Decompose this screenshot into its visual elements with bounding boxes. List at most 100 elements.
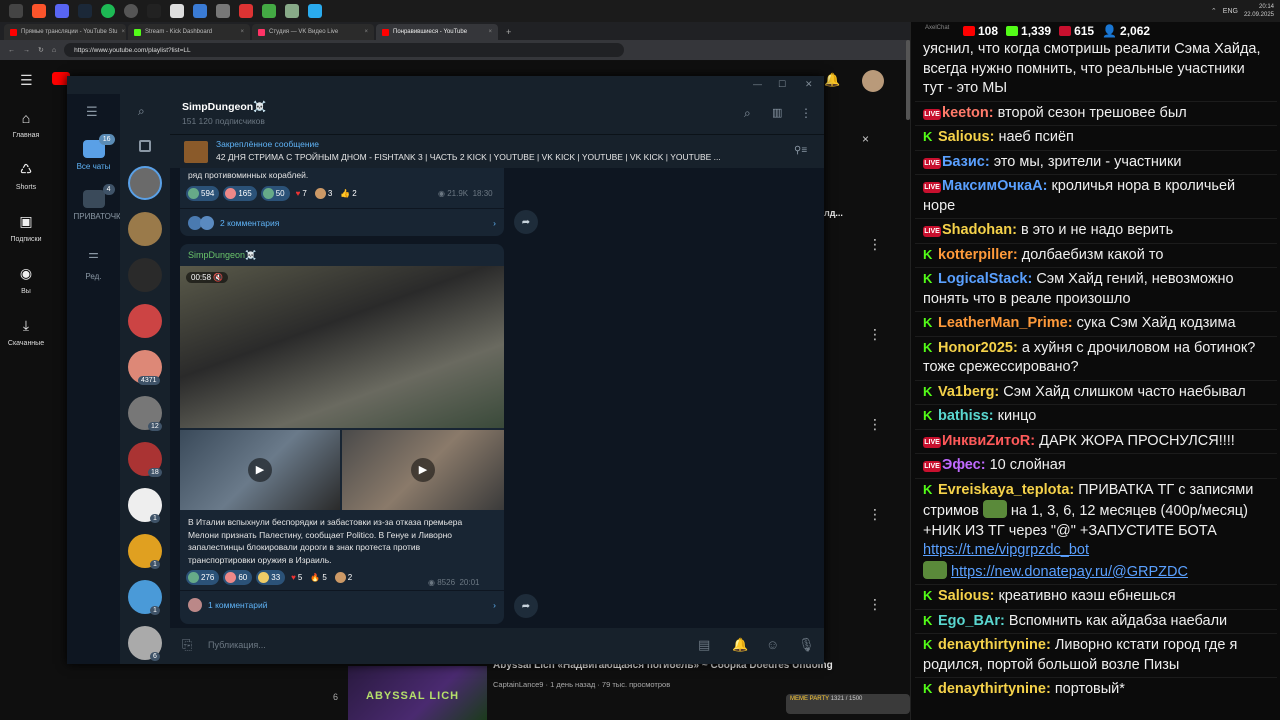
- folder-edit[interactable]: ⚌ Ред.: [67, 248, 120, 281]
- search-icon[interactable]: ⌕: [138, 104, 145, 119]
- chat-username[interactable]: Salious:: [938, 129, 994, 145]
- nav-downloads[interactable]: ⤓ Скачанные: [0, 306, 52, 358]
- reaction[interactable]: 276: [186, 570, 220, 585]
- columns-icon[interactable]: ▥: [772, 106, 782, 119]
- share-button[interactable]: ➦: [514, 210, 538, 234]
- reaction[interactable]: 60: [223, 570, 253, 585]
- discord-icon[interactable]: [55, 4, 69, 18]
- telegram-icon[interactable]: [308, 4, 322, 18]
- play-icon[interactable]: ▶: [411, 458, 435, 482]
- chat-avatar[interactable]: [128, 258, 162, 292]
- browser-tab[interactable]: Stream - Kick Dashboard ×: [128, 24, 250, 40]
- reaction[interactable]: 👍 2: [338, 186, 358, 201]
- message-bubble[interactable]: SimpDungeon☠️ 00:58 🔇 ▶ ▶ В Италии вспых…: [180, 244, 504, 624]
- chat-username[interactable]: МаксимОчкаА:: [942, 178, 1047, 194]
- browser-tab-active[interactable]: Понравившиеся - YouTube ×: [376, 24, 498, 40]
- forward-icon[interactable]: →: [23, 47, 30, 54]
- chat-username[interactable]: Salious:: [938, 588, 994, 604]
- app-icon[interactable]: [262, 4, 276, 18]
- comments-link[interactable]: 2 комментария ›: [180, 208, 504, 236]
- app-icon[interactable]: [216, 4, 230, 18]
- back-icon[interactable]: ←: [8, 47, 15, 54]
- language-indicator[interactable]: ENG: [1223, 8, 1238, 15]
- message-bubble[interactable]: ряд противоминных кораблей. 594 165 50 ♥…: [180, 168, 504, 236]
- url-input[interactable]: https://www.youtube.com/playlist?list=LL: [64, 43, 625, 57]
- message-input[interactable]: Публикация...: [208, 640, 266, 650]
- avatar[interactable]: [862, 70, 884, 92]
- clock[interactable]: 20:14 22.09.2025: [1244, 3, 1274, 19]
- reaction[interactable]: 2: [333, 570, 354, 585]
- chat-link[interactable]: https://t.me/vipgrpzdc_bot: [923, 542, 1089, 558]
- chat-username[interactable]: Evreiskaya_teplota:: [938, 482, 1074, 498]
- reaction[interactable]: 🔥 5: [308, 570, 328, 585]
- menu-icon[interactable]: ☰: [86, 104, 98, 120]
- close-icon[interactable]: ×: [240, 29, 244, 35]
- chat-username[interactable]: Эфес:: [942, 457, 986, 473]
- microphone-icon[interactable]: 🎙: [798, 637, 815, 653]
- chat-avatar[interactable]: [128, 212, 162, 246]
- chat-username[interactable]: kotterpiller:: [938, 247, 1018, 263]
- chat-username[interactable]: ИнквиZитоR:: [942, 433, 1035, 449]
- app-icon[interactable]: [170, 4, 184, 18]
- close-icon[interactable]: ×: [364, 29, 368, 35]
- folder-all-chats[interactable]: 16 Все чаты: [67, 134, 120, 171]
- emoji-icon[interactable]: ☺: [766, 637, 779, 652]
- pinned-message-bar[interactable]: Закреплённое сообщение 42 ДНЯ СТРИМА С Т…: [170, 134, 824, 168]
- schedule-icon[interactable]: ▤: [698, 637, 710, 653]
- play-icon[interactable]: ▶: [248, 458, 272, 482]
- reaction[interactable]: 594: [186, 186, 220, 201]
- chat-username[interactable]: Honor2025:: [938, 340, 1018, 356]
- chat-username[interactable]: denaythirtynine:: [938, 681, 1051, 697]
- more-options-icon[interactable]: ⋮: [868, 326, 882, 343]
- windows-start-icon[interactable]: [9, 4, 23, 18]
- nav-you[interactable]: ◉ Вы: [0, 254, 52, 306]
- app-icon[interactable]: [239, 4, 253, 18]
- chat-username[interactable]: Ego_BAr:: [938, 613, 1005, 629]
- chat-link[interactable]: https://new.donatepay.ru/@GRPZDC: [951, 564, 1188, 580]
- app-icon[interactable]: [147, 4, 161, 18]
- more-options-icon[interactable]: ⋮: [868, 236, 882, 253]
- app-icon[interactable]: [285, 4, 299, 18]
- obs-icon[interactable]: [124, 4, 138, 18]
- video-thumbnail[interactable]: ABYSSAL LICH: [348, 666, 487, 720]
- app-icon[interactable]: [193, 4, 207, 18]
- reaction[interactable]: ♥ 5: [289, 570, 304, 585]
- notifications-icon[interactable]: 🔔: [824, 72, 840, 88]
- chat-username[interactable]: LeatherMan_Prime:: [938, 315, 1073, 331]
- comments-link[interactable]: 1 комментарий ›: [180, 590, 504, 618]
- close-icon[interactable]: ×: [862, 132, 869, 146]
- pinned-list-icon[interactable]: ⚲≡: [794, 145, 807, 156]
- home-icon[interactable]: ⌂: [52, 47, 56, 54]
- spotify-icon[interactable]: [101, 4, 115, 18]
- nav-shorts[interactable]: ♺ Shorts: [0, 150, 52, 202]
- chat-avatar[interactable]: [128, 304, 162, 338]
- archive-icon[interactable]: [139, 140, 151, 152]
- channel-header[interactable]: SimpDungeon☠️ 151 120 подписчиков ⌕ ▥ ⋮: [170, 94, 824, 134]
- close-icon[interactable]: ×: [121, 29, 125, 35]
- chat-username[interactable]: Va1berg:: [938, 384, 999, 400]
- chat-username[interactable]: bathiss:: [938, 408, 994, 424]
- video-preview[interactable]: [180, 266, 504, 428]
- browser-tab[interactable]: Студия — VK Видео Live ×: [252, 24, 374, 40]
- reaction[interactable]: 165: [223, 186, 257, 201]
- attach-icon[interactable]: ⎘: [182, 637, 192, 653]
- chat-username[interactable]: Shadohan:: [942, 222, 1017, 238]
- reaction[interactable]: 3: [313, 186, 334, 201]
- share-button[interactable]: ➦: [514, 594, 538, 618]
- close-icon[interactable]: ✕: [805, 79, 813, 90]
- browser-tab[interactable]: Прямые трансляции - YouTube Stu ×: [4, 24, 126, 40]
- nav-home[interactable]: ⌂ Главная: [0, 98, 52, 150]
- reload-icon[interactable]: ↻: [38, 46, 44, 54]
- more-icon[interactable]: ⋮: [800, 106, 812, 120]
- more-options-icon[interactable]: ⋮: [868, 506, 882, 523]
- more-options-icon[interactable]: ⋮: [868, 416, 882, 433]
- chat-avatar-active[interactable]: [128, 166, 162, 200]
- reaction[interactable]: ♥ 7: [294, 186, 309, 201]
- bell-icon[interactable]: 🔔: [732, 637, 748, 653]
- minimize-icon[interactable]: —: [753, 79, 762, 89]
- chat-username[interactable]: Базис:: [942, 154, 990, 170]
- search-icon[interactable]: ⌕: [744, 106, 751, 121]
- maximize-icon[interactable]: ☐: [778, 79, 786, 90]
- brave-icon[interactable]: [32, 4, 46, 18]
- folder-private[interactable]: 4 ПРИВАТОЧКА: [67, 184, 126, 221]
